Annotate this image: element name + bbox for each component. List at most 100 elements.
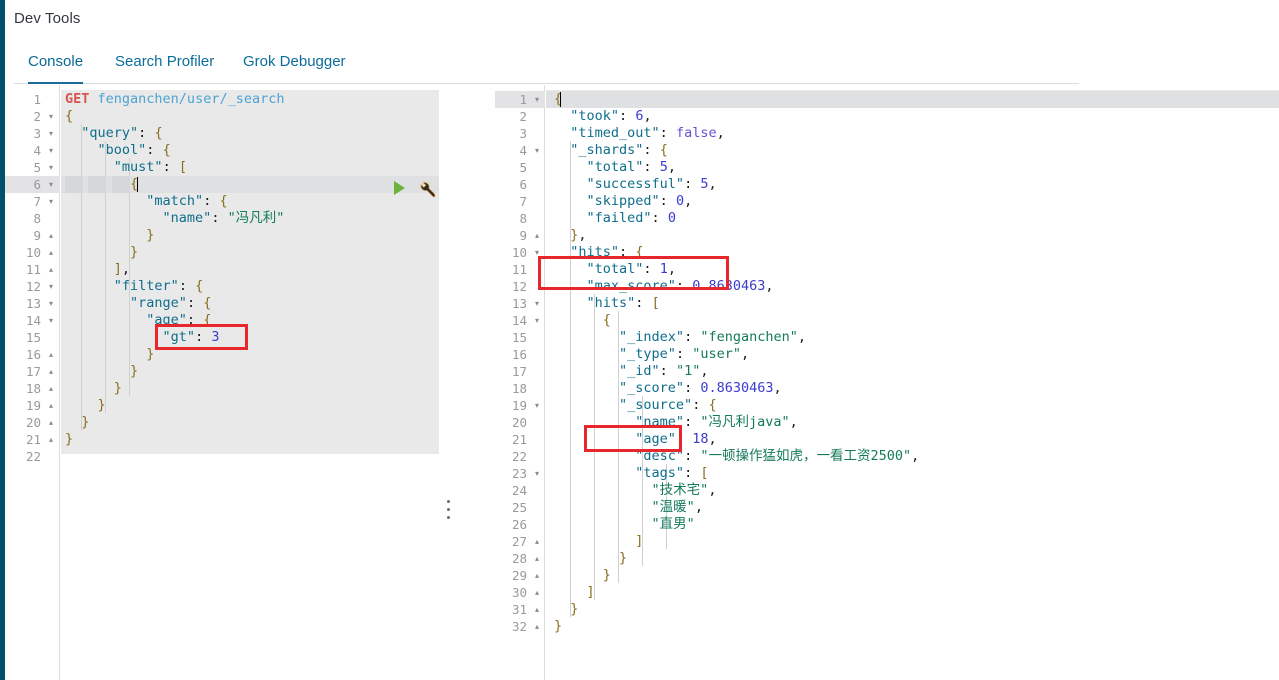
code-line[interactable]: "took": 6, xyxy=(546,108,651,125)
fold-toggle-icon[interactable]: ▾ xyxy=(531,465,543,482)
fold-toggle-icon[interactable]: ▾ xyxy=(45,142,57,159)
code-line[interactable]: } xyxy=(61,244,138,261)
fold-toggle-icon[interactable]: ▾ xyxy=(45,193,57,210)
code-line[interactable]: "max_score": 0.8630463, xyxy=(546,278,774,295)
wrench-icon[interactable] xyxy=(417,179,437,199)
fold-toggle-icon[interactable]: ▴ xyxy=(45,431,57,448)
code-line[interactable]: "must": [ xyxy=(61,159,187,176)
fold-toggle-icon[interactable]: ▴ xyxy=(45,346,57,363)
code-line[interactable]: "desc": "一顿操作猛如虎，一看工资2500", xyxy=(546,448,919,465)
code-line[interactable]: "name": "冯凡利java", xyxy=(546,414,797,431)
request-line-number-gutter[interactable]: 1 2 ▾ 3 ▾ 4 ▾ 5 ▾ 6 ▾ 7 ▾ 8 9 ▴ 10 ▴ 11 ▴ 12 ▾ 13 ▾ 14 ▾ 15 16 ▴ 17 ▴ 1… xyxy=(5,85,60,680)
code-line[interactable]: } xyxy=(546,618,562,635)
code-line[interactable]: "_score": 0.8630463, xyxy=(546,380,782,397)
code-line[interactable]: "age": { xyxy=(61,312,211,329)
code-line[interactable]: "温暖", xyxy=(546,499,703,516)
tab-grok-debugger[interactable]: Grok Debugger xyxy=(243,40,346,84)
fold-toggle-icon[interactable]: ▴ xyxy=(531,227,543,244)
code-line[interactable]: "filter": { xyxy=(61,278,203,295)
play-icon[interactable] xyxy=(394,181,405,195)
fold-toggle-icon[interactable]: ▾ xyxy=(45,159,57,176)
tab-search-profiler[interactable]: Search Profiler xyxy=(115,40,214,84)
code-line[interactable]: "name": "冯凡利" xyxy=(61,210,285,227)
code-line[interactable]: ], xyxy=(61,261,130,278)
code-line[interactable]: } xyxy=(61,346,154,363)
code-line[interactable]: "hits": [ xyxy=(546,295,660,312)
code-line[interactable]: "successful": 5, xyxy=(546,176,717,193)
tab-console[interactable]: Console xyxy=(28,40,84,84)
fold-toggle-icon[interactable]: ▾ xyxy=(45,125,57,142)
code-line[interactable]: "tags": [ xyxy=(546,465,708,482)
pane-splitter[interactable] xyxy=(439,85,495,680)
code-line[interactable]: "match": { xyxy=(61,193,227,210)
fold-toggle-icon[interactable]: ▴ xyxy=(45,363,57,380)
fold-toggle-icon[interactable]: ▴ xyxy=(45,261,57,278)
fold-toggle-icon[interactable]: ▾ xyxy=(531,142,543,159)
response-code-area[interactable]: { "took": 6, "timed_out": false, "_shard… xyxy=(546,85,1279,680)
response-line-number-gutter[interactable]: 1 ▾ 2 3 4 ▾ 5 6 7 8 9 ▴ 10 ▾ 11 12 13 ▾ 14 ▾ 15 16 17 18 19 ▾ 20 21… xyxy=(495,85,545,680)
request-editor-pane[interactable]: 1 2 ▾ 3 ▾ 4 ▾ 5 ▾ 6 ▾ 7 ▾ 8 9 ▴ 10 ▴ 11 ▴ 12 ▾ 13 ▾ 14 ▾ 15 16 ▴ 17 ▴ 1… xyxy=(5,85,439,680)
code-line[interactable]: { xyxy=(61,176,138,193)
code-line[interactable]: ] xyxy=(546,584,595,601)
request-code-area[interactable]: GET fenganchen/user/_search{ "query": { … xyxy=(61,85,439,680)
fold-toggle-icon[interactable]: ▴ xyxy=(531,601,543,618)
code-line[interactable]: "_index": "fenganchen", xyxy=(546,329,806,346)
code-line[interactable]: { xyxy=(61,108,73,125)
fold-toggle-icon[interactable]: ▴ xyxy=(45,414,57,431)
fold-toggle-icon[interactable]: ▾ xyxy=(45,176,57,193)
fold-toggle-icon[interactable]: ▾ xyxy=(531,244,543,261)
fold-toggle-icon[interactable]: ▾ xyxy=(531,295,543,312)
code-line[interactable]: } xyxy=(61,431,73,448)
code-line[interactable]: "_source": { xyxy=(546,397,717,414)
fold-toggle-icon[interactable]: ▴ xyxy=(531,567,543,584)
code-line[interactable]: "timed_out": false, xyxy=(546,125,724,142)
code-line[interactable]: "_type": "user", xyxy=(546,346,749,363)
fold-toggle-icon[interactable]: ▴ xyxy=(45,380,57,397)
line-number: 5 xyxy=(519,160,527,175)
code-line[interactable]: }, xyxy=(546,227,586,244)
code-line[interactable]: } xyxy=(61,380,122,397)
fold-toggle-icon[interactable]: ▾ xyxy=(45,278,57,295)
response-editor-pane[interactable]: 1 ▾ 2 3 4 ▾ 5 6 7 8 9 ▴ 10 ▾ 11 12 13 ▾ 14 ▾ 15 16 17 18 19 ▾ 20 21… xyxy=(495,85,1279,680)
fold-toggle-icon[interactable]: ▾ xyxy=(531,312,543,329)
code-line[interactable]: "hits": { xyxy=(546,244,643,261)
code-line[interactable]: GET fenganchen/user/_search xyxy=(61,91,284,108)
fold-toggle-icon[interactable]: ▴ xyxy=(531,550,543,567)
fold-toggle-icon[interactable]: ▾ xyxy=(45,295,57,312)
code-line[interactable]: "_shards": { xyxy=(546,142,668,159)
fold-toggle-icon[interactable]: ▾ xyxy=(531,397,543,414)
fold-toggle-icon[interactable]: ▾ xyxy=(531,91,543,108)
code-line[interactable]: "age": 18, xyxy=(546,431,716,448)
fold-toggle-icon[interactable]: ▴ xyxy=(531,618,543,635)
code-line[interactable]: "直男" xyxy=(546,516,695,533)
code-line[interactable]: { xyxy=(546,312,611,329)
code-line[interactable]: "技术宅", xyxy=(546,482,717,499)
code-line[interactable]: } xyxy=(546,550,627,567)
line-number: 4 xyxy=(519,143,527,158)
code-line[interactable]: "range": { xyxy=(61,295,211,312)
code-line[interactable]: "gt": 3 xyxy=(61,329,220,346)
code-line[interactable]: "bool": { xyxy=(61,142,171,159)
fold-toggle-icon[interactable]: ▾ xyxy=(45,108,57,125)
code-line[interactable]: } xyxy=(61,227,154,244)
code-line[interactable]: "_id": "1", xyxy=(546,363,708,380)
code-line[interactable] xyxy=(61,448,65,465)
fold-toggle-icon[interactable]: ▴ xyxy=(45,244,57,261)
fold-toggle-icon[interactable]: ▾ xyxy=(45,312,57,329)
code-line[interactable]: "skipped": 0, xyxy=(546,193,693,210)
code-line[interactable]: ] xyxy=(546,533,643,550)
code-line[interactable]: } xyxy=(546,601,578,618)
fold-toggle-icon[interactable]: ▴ xyxy=(531,533,543,550)
code-line[interactable]: } xyxy=(61,397,106,414)
fold-toggle-icon[interactable]: ▴ xyxy=(531,584,543,601)
code-line[interactable]: } xyxy=(546,567,611,584)
code-line[interactable]: "query": { xyxy=(61,125,162,142)
fold-toggle-icon[interactable]: ▴ xyxy=(45,227,57,244)
code-line[interactable]: "total": 5, xyxy=(546,159,676,176)
code-line[interactable]: } xyxy=(61,414,89,431)
fold-toggle-icon[interactable]: ▴ xyxy=(45,397,57,414)
splitter-drag-handle[interactable] xyxy=(447,500,451,522)
code-line[interactable]: } xyxy=(61,363,138,380)
code-line[interactable]: "total": 1, xyxy=(546,261,676,278)
code-line[interactable]: "failed": 0 xyxy=(546,210,676,227)
